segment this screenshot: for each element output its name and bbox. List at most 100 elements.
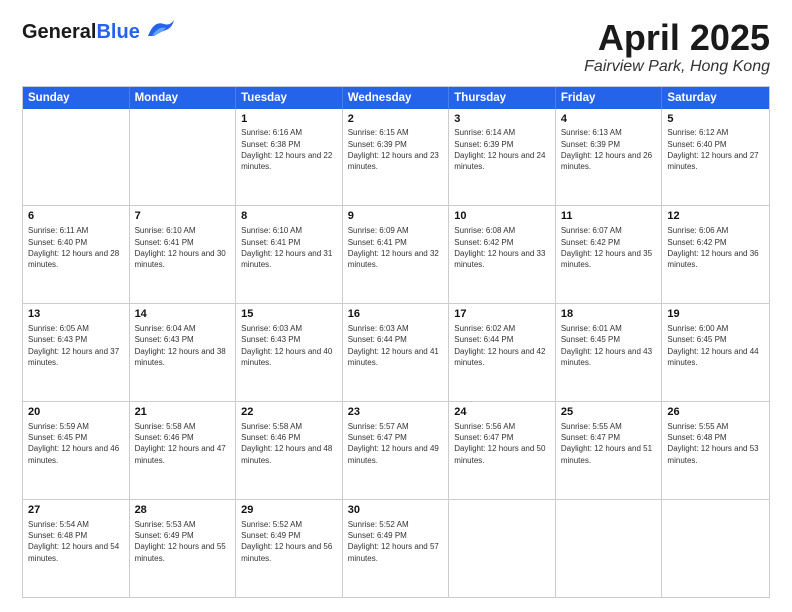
header: GeneralBlue April 2025 Fairview Park, Ho… bbox=[22, 18, 770, 76]
day-number: 5 bbox=[667, 112, 764, 127]
calendar-cell: 21Sunrise: 5:58 AM Sunset: 6:46 PM Dayli… bbox=[130, 402, 237, 499]
cell-detail: Sunrise: 5:53 AM Sunset: 6:49 PM Dayligh… bbox=[135, 519, 231, 564]
title-block: April 2025 Fairview Park, Hong Kong bbox=[584, 18, 770, 76]
cell-detail: Sunrise: 6:13 AM Sunset: 6:39 PM Dayligh… bbox=[561, 127, 657, 172]
calendar-cell: 4Sunrise: 6:13 AM Sunset: 6:39 PM Daylig… bbox=[556, 109, 663, 206]
calendar-cell bbox=[130, 109, 237, 206]
calendar-row-2: 13Sunrise: 6:05 AM Sunset: 6:43 PM Dayli… bbox=[23, 303, 769, 401]
cell-detail: Sunrise: 6:03 AM Sunset: 6:43 PM Dayligh… bbox=[241, 323, 337, 368]
day-number: 14 bbox=[135, 307, 231, 322]
calendar-cell: 29Sunrise: 5:52 AM Sunset: 6:49 PM Dayli… bbox=[236, 500, 343, 597]
subtitle: Fairview Park, Hong Kong bbox=[584, 58, 770, 76]
calendar-cell: 22Sunrise: 5:58 AM Sunset: 6:46 PM Dayli… bbox=[236, 402, 343, 499]
header-day-wednesday: Wednesday bbox=[343, 87, 450, 109]
calendar-cell: 8Sunrise: 6:10 AM Sunset: 6:41 PM Daylig… bbox=[236, 206, 343, 303]
calendar-cell bbox=[556, 500, 663, 597]
cell-detail: Sunrise: 6:08 AM Sunset: 6:42 PM Dayligh… bbox=[454, 225, 550, 270]
day-number: 6 bbox=[28, 209, 124, 224]
main-title: April 2025 bbox=[584, 18, 770, 58]
calendar-cell: 18Sunrise: 6:01 AM Sunset: 6:45 PM Dayli… bbox=[556, 304, 663, 401]
header-day-sunday: Sunday bbox=[23, 87, 130, 109]
calendar-body: 1Sunrise: 6:16 AM Sunset: 6:38 PM Daylig… bbox=[23, 109, 769, 597]
cell-detail: Sunrise: 6:14 AM Sunset: 6:39 PM Dayligh… bbox=[454, 127, 550, 172]
day-number: 30 bbox=[348, 503, 444, 518]
day-number: 12 bbox=[667, 209, 764, 224]
cell-detail: Sunrise: 6:03 AM Sunset: 6:44 PM Dayligh… bbox=[348, 323, 444, 368]
calendar-cell: 24Sunrise: 5:56 AM Sunset: 6:47 PM Dayli… bbox=[449, 402, 556, 499]
day-number: 21 bbox=[135, 405, 231, 420]
calendar-row-1: 6Sunrise: 6:11 AM Sunset: 6:40 PM Daylig… bbox=[23, 205, 769, 303]
day-number: 22 bbox=[241, 405, 337, 420]
day-number: 10 bbox=[454, 209, 550, 224]
cell-detail: Sunrise: 6:01 AM Sunset: 6:45 PM Dayligh… bbox=[561, 323, 657, 368]
cell-detail: Sunrise: 5:58 AM Sunset: 6:46 PM Dayligh… bbox=[135, 421, 231, 466]
day-number: 24 bbox=[454, 405, 550, 420]
day-number: 7 bbox=[135, 209, 231, 224]
day-number: 19 bbox=[667, 307, 764, 322]
day-number: 16 bbox=[348, 307, 444, 322]
logo-general: General bbox=[22, 21, 96, 43]
calendar-cell: 26Sunrise: 5:55 AM Sunset: 6:48 PM Dayli… bbox=[662, 402, 769, 499]
calendar-cell: 30Sunrise: 5:52 AM Sunset: 6:49 PM Dayli… bbox=[343, 500, 450, 597]
cell-detail: Sunrise: 6:12 AM Sunset: 6:40 PM Dayligh… bbox=[667, 127, 764, 172]
day-number: 17 bbox=[454, 307, 550, 322]
calendar-cell: 10Sunrise: 6:08 AM Sunset: 6:42 PM Dayli… bbox=[449, 206, 556, 303]
calendar-cell: 25Sunrise: 5:55 AM Sunset: 6:47 PM Dayli… bbox=[556, 402, 663, 499]
calendar-cell bbox=[449, 500, 556, 597]
cell-detail: Sunrise: 6:10 AM Sunset: 6:41 PM Dayligh… bbox=[135, 225, 231, 270]
day-number: 29 bbox=[241, 503, 337, 518]
day-number: 26 bbox=[667, 405, 764, 420]
calendar-cell: 28Sunrise: 5:53 AM Sunset: 6:49 PM Dayli… bbox=[130, 500, 237, 597]
calendar-cell: 13Sunrise: 6:05 AM Sunset: 6:43 PM Dayli… bbox=[23, 304, 130, 401]
calendar-cell: 20Sunrise: 5:59 AM Sunset: 6:45 PM Dayli… bbox=[23, 402, 130, 499]
day-number: 23 bbox=[348, 405, 444, 420]
calendar-cell: 27Sunrise: 5:54 AM Sunset: 6:48 PM Dayli… bbox=[23, 500, 130, 597]
calendar-row-3: 20Sunrise: 5:59 AM Sunset: 6:45 PM Dayli… bbox=[23, 401, 769, 499]
day-number: 25 bbox=[561, 405, 657, 420]
cell-detail: Sunrise: 6:15 AM Sunset: 6:39 PM Dayligh… bbox=[348, 127, 444, 172]
cell-detail: Sunrise: 6:16 AM Sunset: 6:38 PM Dayligh… bbox=[241, 127, 337, 172]
calendar-cell: 19Sunrise: 6:00 AM Sunset: 6:45 PM Dayli… bbox=[662, 304, 769, 401]
cell-detail: Sunrise: 5:52 AM Sunset: 6:49 PM Dayligh… bbox=[241, 519, 337, 564]
cell-detail: Sunrise: 6:04 AM Sunset: 6:43 PM Dayligh… bbox=[135, 323, 231, 368]
page: GeneralBlue April 2025 Fairview Park, Ho… bbox=[0, 0, 792, 612]
calendar-cell: 14Sunrise: 6:04 AM Sunset: 6:43 PM Dayli… bbox=[130, 304, 237, 401]
logo: GeneralBlue bbox=[22, 18, 176, 45]
calendar-cell bbox=[23, 109, 130, 206]
calendar-cell: 3Sunrise: 6:14 AM Sunset: 6:39 PM Daylig… bbox=[449, 109, 556, 206]
calendar-cell: 9Sunrise: 6:09 AM Sunset: 6:41 PM Daylig… bbox=[343, 206, 450, 303]
day-number: 2 bbox=[348, 112, 444, 127]
cell-detail: Sunrise: 6:11 AM Sunset: 6:40 PM Dayligh… bbox=[28, 225, 124, 270]
cell-detail: Sunrise: 5:54 AM Sunset: 6:48 PM Dayligh… bbox=[28, 519, 124, 564]
day-number: 8 bbox=[241, 209, 337, 224]
header-day-monday: Monday bbox=[130, 87, 237, 109]
day-number: 3 bbox=[454, 112, 550, 127]
cell-detail: Sunrise: 5:56 AM Sunset: 6:47 PM Dayligh… bbox=[454, 421, 550, 466]
cell-detail: Sunrise: 5:58 AM Sunset: 6:46 PM Dayligh… bbox=[241, 421, 337, 466]
day-number: 11 bbox=[561, 209, 657, 224]
logo-bird-icon bbox=[144, 18, 176, 45]
logo-blue: Blue bbox=[96, 21, 139, 43]
calendar-cell bbox=[662, 500, 769, 597]
cell-detail: Sunrise: 6:05 AM Sunset: 6:43 PM Dayligh… bbox=[28, 323, 124, 368]
cell-detail: Sunrise: 6:02 AM Sunset: 6:44 PM Dayligh… bbox=[454, 323, 550, 368]
cell-detail: Sunrise: 6:07 AM Sunset: 6:42 PM Dayligh… bbox=[561, 225, 657, 270]
cell-detail: Sunrise: 5:52 AM Sunset: 6:49 PM Dayligh… bbox=[348, 519, 444, 564]
header-day-saturday: Saturday bbox=[662, 87, 769, 109]
cell-detail: Sunrise: 5:59 AM Sunset: 6:45 PM Dayligh… bbox=[28, 421, 124, 466]
logo-name: GeneralBlue bbox=[22, 22, 140, 42]
day-number: 4 bbox=[561, 112, 657, 127]
header-day-friday: Friday bbox=[556, 87, 663, 109]
calendar-cell: 11Sunrise: 6:07 AM Sunset: 6:42 PM Dayli… bbox=[556, 206, 663, 303]
day-number: 27 bbox=[28, 503, 124, 518]
day-number: 18 bbox=[561, 307, 657, 322]
header-day-thursday: Thursday bbox=[449, 87, 556, 109]
cell-detail: Sunrise: 5:57 AM Sunset: 6:47 PM Dayligh… bbox=[348, 421, 444, 466]
calendar-cell: 17Sunrise: 6:02 AM Sunset: 6:44 PM Dayli… bbox=[449, 304, 556, 401]
calendar: SundayMondayTuesdayWednesdayThursdayFrid… bbox=[22, 86, 770, 598]
cell-detail: Sunrise: 6:09 AM Sunset: 6:41 PM Dayligh… bbox=[348, 225, 444, 270]
calendar-cell: 15Sunrise: 6:03 AM Sunset: 6:43 PM Dayli… bbox=[236, 304, 343, 401]
calendar-cell: 2Sunrise: 6:15 AM Sunset: 6:39 PM Daylig… bbox=[343, 109, 450, 206]
calendar-row-0: 1Sunrise: 6:16 AM Sunset: 6:38 PM Daylig… bbox=[23, 109, 769, 206]
cell-detail: Sunrise: 5:55 AM Sunset: 6:47 PM Dayligh… bbox=[561, 421, 657, 466]
